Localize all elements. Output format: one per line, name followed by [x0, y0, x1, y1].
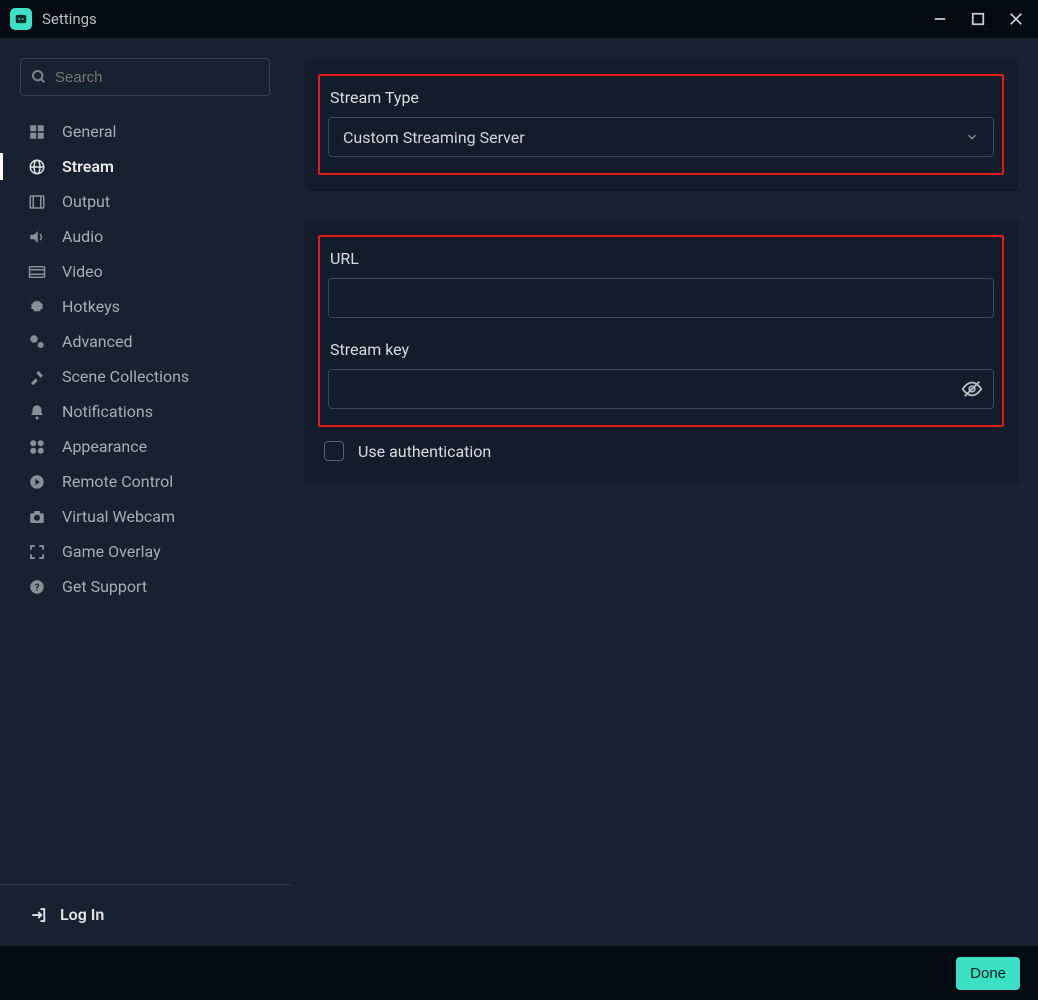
- sidebar-item-stream[interactable]: Stream: [0, 149, 290, 184]
- app-icon: [10, 8, 32, 30]
- maximize-button[interactable]: [970, 11, 986, 27]
- sidebar-item-audio[interactable]: Audio: [0, 219, 290, 254]
- sidebar-item-get-support[interactable]: ? Get Support: [0, 569, 290, 604]
- expand-icon: [26, 543, 48, 561]
- tools-icon: [26, 368, 48, 386]
- divider: [0, 884, 290, 885]
- window-title: Settings: [42, 10, 97, 28]
- sidebar-item-label: Audio: [62, 227, 103, 246]
- sidebar-item-general[interactable]: General: [0, 114, 290, 149]
- sidebar-item-label: Virtual Webcam: [62, 507, 175, 526]
- sidebar-item-label: Output: [62, 192, 110, 211]
- titlebar: Settings: [0, 0, 1038, 38]
- minimize-button[interactable]: [932, 11, 948, 27]
- sidebar-item-label: Get Support: [62, 577, 147, 596]
- sidebar-item-label: Scene Collections: [62, 367, 189, 386]
- close-button[interactable]: [1008, 11, 1024, 27]
- login-label: Log In: [60, 905, 104, 924]
- sidebar-item-label: Remote Control: [62, 472, 173, 491]
- search-input-wrap[interactable]: [20, 58, 270, 96]
- sidebar-item-label: Advanced: [62, 332, 133, 351]
- chevron-down-icon: [965, 130, 979, 144]
- highlight-box-url-key: URL Stream key: [318, 235, 1004, 427]
- video-icon: [26, 263, 48, 281]
- gears-icon: [26, 333, 48, 351]
- stream-key-label: Stream key: [328, 338, 994, 369]
- palette-icon: [26, 438, 48, 456]
- sidebar-item-label: General: [62, 122, 116, 141]
- use-authentication-label: Use authentication: [358, 442, 491, 461]
- sidebar-item-output[interactable]: Output: [0, 184, 290, 219]
- sidebar-item-video[interactable]: Video: [0, 254, 290, 289]
- done-button[interactable]: Done: [956, 957, 1020, 990]
- use-authentication-checkbox[interactable]: [324, 441, 344, 461]
- url-input[interactable]: [328, 278, 994, 318]
- sidebar-item-label: Video: [62, 262, 103, 281]
- stream-type-selected-value: Custom Streaming Server: [343, 128, 525, 147]
- sidebar-item-notifications[interactable]: Notifications: [0, 394, 290, 429]
- stream-key-input[interactable]: [328, 369, 994, 409]
- search-icon: [31, 69, 47, 85]
- help-icon: ?: [26, 578, 48, 596]
- sidebar-item-hotkeys[interactable]: Hotkeys: [0, 289, 290, 324]
- login-icon: [30, 906, 48, 924]
- stream-type-select[interactable]: Custom Streaming Server: [328, 117, 994, 157]
- sidebar-item-remote-control[interactable]: Remote Control: [0, 464, 290, 499]
- play-circle-icon: [26, 473, 48, 491]
- film-icon: [26, 193, 48, 211]
- server-panel: URL Stream key Use authenticati: [304, 221, 1018, 483]
- sidebar-item-label: Stream: [62, 157, 114, 176]
- login-button[interactable]: Log In: [0, 895, 290, 946]
- stream-type-panel: Stream Type Custom Streaming Server: [304, 60, 1018, 191]
- sidebar-item-virtual-webcam[interactable]: Virtual Webcam: [0, 499, 290, 534]
- reveal-key-button[interactable]: [960, 377, 984, 401]
- bell-icon: [26, 403, 48, 421]
- camera-icon: [26, 508, 48, 526]
- globe-icon: [26, 158, 48, 176]
- url-label: URL: [328, 247, 994, 278]
- search-input[interactable]: [55, 69, 259, 86]
- svg-text:?: ?: [35, 582, 40, 593]
- use-authentication-row[interactable]: Use authentication: [318, 427, 1004, 467]
- volume-icon: [26, 228, 48, 246]
- sidebar-item-label: Hotkeys: [62, 297, 120, 316]
- highlight-box-stream-type: Stream Type Custom Streaming Server: [318, 74, 1004, 175]
- sidebar-item-scene-collections[interactable]: Scene Collections: [0, 359, 290, 394]
- sidebar-item-label: Notifications: [62, 402, 153, 421]
- grid-icon: [26, 123, 48, 141]
- footer: Done: [0, 946, 1038, 1000]
- sidebar-item-appearance[interactable]: Appearance: [0, 429, 290, 464]
- sidebar-item-label: Game Overlay: [62, 542, 161, 561]
- sidebar-item-game-overlay[interactable]: Game Overlay: [0, 534, 290, 569]
- eye-off-icon: [961, 378, 983, 400]
- main-content: Stream Type Custom Streaming Server URL …: [290, 38, 1038, 946]
- stream-type-label: Stream Type: [328, 86, 994, 117]
- sidebar-item-label: Appearance: [62, 437, 147, 456]
- sidebar: General Stream Output Audio Video Hotkey…: [0, 38, 290, 946]
- gear-icon: [26, 298, 48, 316]
- sidebar-item-advanced[interactable]: Advanced: [0, 324, 290, 359]
